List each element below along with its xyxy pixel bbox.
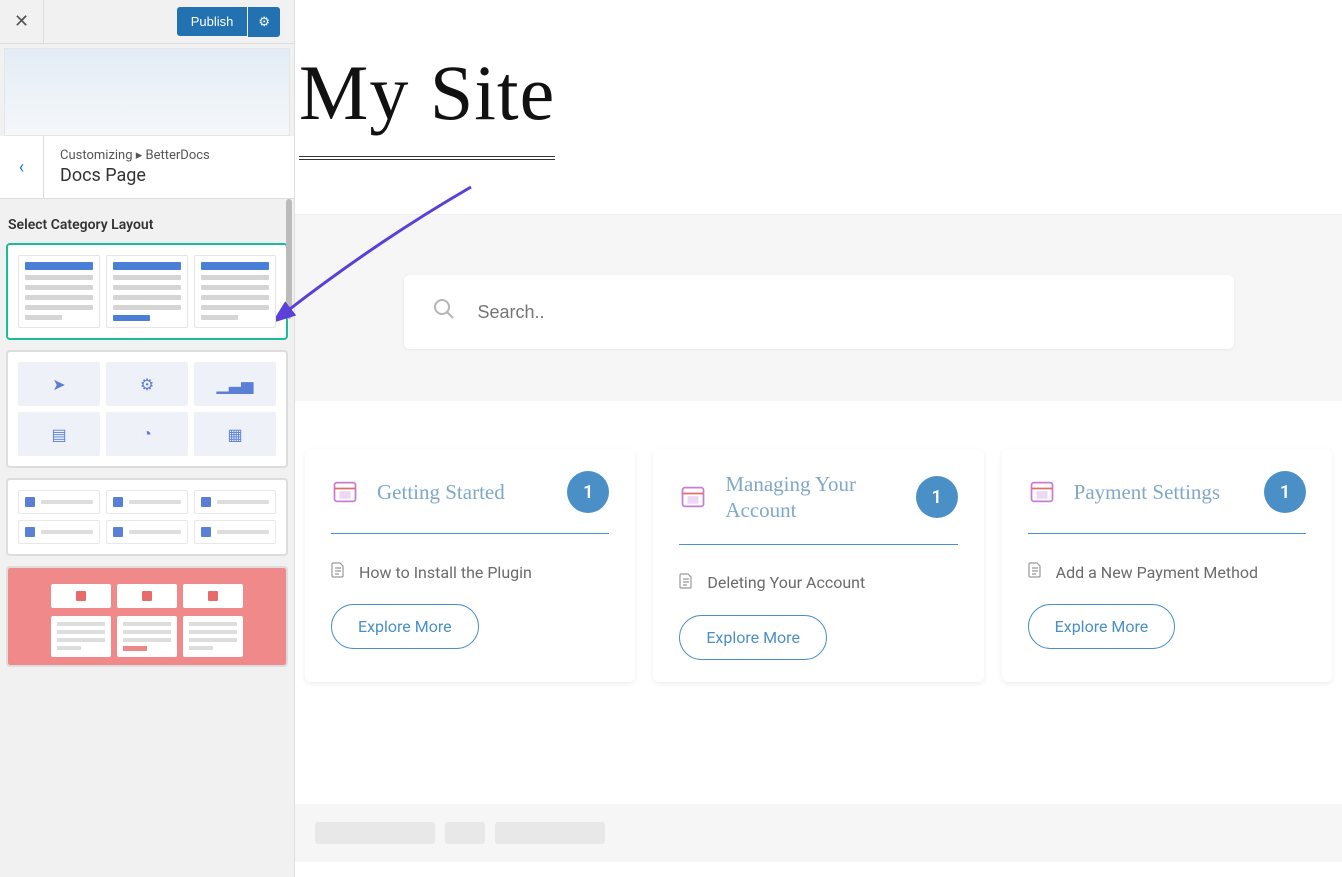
doc-title: Add a New Payment Method [1056, 563, 1258, 582]
chart-icon: ▁▃▅ [194, 362, 276, 406]
doc-count-badge: 1 [1264, 471, 1306, 513]
category-icon [331, 478, 359, 506]
publish-button[interactable]: Publish [177, 7, 248, 36]
search-icon [432, 297, 456, 327]
breadcrumb: Customizing ▸ BetterDocs [60, 148, 210, 163]
panel-title: Docs Page [60, 165, 210, 186]
doc-title: How to Install the Plugin [359, 563, 532, 582]
category-card: Payment Settings 1 Add a New Payment Met… [1002, 449, 1332, 682]
footer-strip [295, 804, 1342, 862]
category-icon [1028, 478, 1056, 506]
document-icon [679, 573, 693, 593]
category-card: Managing Your Account 1 Deleting Your Ac… [653, 449, 983, 682]
site-preview-thumbnail [4, 48, 290, 136]
doc-count-badge: 1 [916, 476, 958, 518]
document-icon: ▤ [18, 412, 100, 456]
publish-settings-button[interactable]: ⚙ [248, 7, 280, 37]
preview-pane: My Site Getting Started 1 [295, 0, 1342, 877]
gear-icon: ⚙ [258, 14, 270, 29]
sidebar-topbar: ✕ Publish ⚙ [0, 0, 294, 44]
gear-icon: ⚙ [106, 362, 188, 406]
layout-option-4[interactable] [6, 566, 288, 667]
doc-link[interactable]: Deleting Your Account [679, 573, 957, 593]
document-icon [331, 562, 345, 582]
doc-count-badge: 1 [567, 471, 609, 513]
layout-option-3[interactable] [6, 478, 288, 556]
file-icon: ▦ [194, 412, 276, 456]
back-button[interactable]: ‹ [0, 136, 44, 198]
site-title: My Site [299, 0, 555, 160]
section-heading: Select Category Layout [6, 205, 288, 243]
explore-more-button[interactable]: Explore More [1028, 604, 1176, 649]
category-title: Getting Started [377, 479, 549, 505]
layout-option-2[interactable]: ➤ ⚙ ▁▃▅ ▤ ◔ ▦ [6, 350, 288, 468]
category-title: Payment Settings [1074, 479, 1246, 505]
explore-more-button[interactable]: Explore More [331, 604, 479, 649]
doc-link[interactable]: How to Install the Plugin [331, 562, 609, 582]
panel-body: Select Category Layout ➤ ⚙ ▁▃▅ ▤ ◔ ▦ [0, 199, 294, 877]
category-icon [679, 483, 707, 511]
pie-icon: ◔ [106, 412, 188, 456]
customizer-sidebar: ✕ Publish ⚙ ‹ Customizing ▸ BetterDocs D… [0, 0, 295, 877]
close-button[interactable]: ✕ [0, 0, 44, 44]
doc-title: Deleting Your Account [707, 573, 865, 592]
search-input[interactable] [478, 302, 1206, 323]
breadcrumb-row: ‹ Customizing ▸ BetterDocs Docs Page [0, 136, 294, 199]
document-icon [1028, 562, 1042, 582]
scrollbar-thumb[interactable] [286, 199, 292, 319]
explore-more-button[interactable]: Explore More [679, 615, 827, 660]
cursor-icon: ➤ [18, 362, 100, 406]
close-icon: ✕ [14, 11, 29, 32]
doc-link[interactable]: Add a New Payment Method [1028, 562, 1306, 582]
category-title: Managing Your Account [725, 471, 897, 524]
category-card: Getting Started 1 How to Install the Plu… [305, 449, 635, 682]
search-hero [295, 214, 1342, 401]
layout-option-1[interactable] [6, 243, 288, 340]
search-box[interactable] [404, 275, 1234, 349]
category-grid: Getting Started 1 How to Install the Plu… [295, 401, 1342, 730]
chevron-left-icon: ‹ [19, 157, 24, 178]
